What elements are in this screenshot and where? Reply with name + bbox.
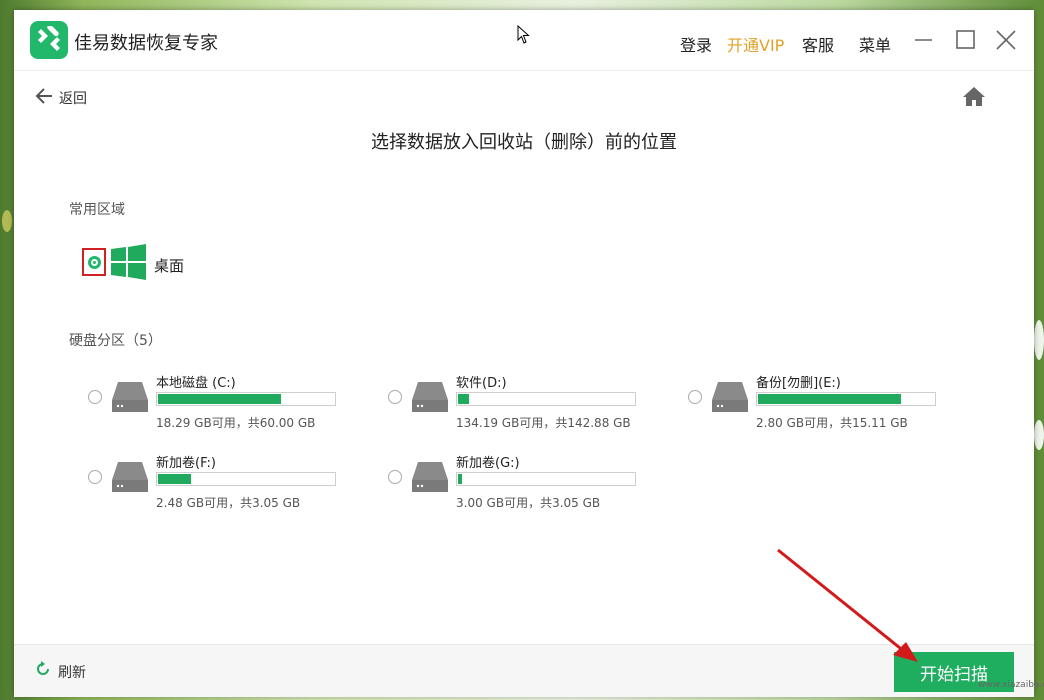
background-flower [1034, 320, 1044, 360]
vip-link[interactable]: 开通VIP [727, 32, 784, 56]
maximize-button[interactable] [952, 26, 980, 54]
mouse-cursor-icon [517, 25, 530, 44]
drive-usage-bar [156, 472, 336, 486]
drive-usage-fill [158, 394, 281, 404]
drive-usage-fill [458, 474, 462, 484]
close-button[interactable] [992, 26, 1020, 54]
watermark: www.xiazaiba.com [978, 680, 1044, 690]
drive-d[interactable]: 软件(D:) 134.19 GB可用，共142.88 GB [388, 372, 688, 436]
hard-drive-icon [410, 380, 450, 418]
desktop-radio-highlight[interactable] [82, 248, 106, 276]
windows-logo-icon [111, 244, 147, 284]
back-arrow-icon [35, 88, 52, 104]
background-flower [1034, 420, 1044, 450]
drive-e[interactable]: 备份[勿删](E:) 2.80 GB可用，共15.11 GB [688, 372, 988, 436]
hard-drive-icon [710, 380, 750, 418]
drive-radio[interactable] [688, 390, 702, 404]
refresh-button[interactable]: 刷新 [34, 660, 86, 681]
drive-capacity: 134.19 GB可用，共142.88 GB [456, 416, 631, 430]
common-area-label: 常用区域 [69, 202, 125, 218]
home-button[interactable] [962, 85, 986, 111]
drive-name: 软件(D:) [456, 376, 507, 391]
drive-name: 新加卷(G:) [456, 456, 520, 471]
drive-usage-bar [456, 472, 636, 486]
hard-drive-icon [410, 460, 450, 498]
drive-g[interactable]: 新加卷(G:) 3.00 GB可用，共3.05 GB [388, 452, 688, 516]
minimize-button[interactable] [910, 26, 938, 54]
drive-capacity: 3.00 GB可用，共3.05 GB [456, 496, 601, 510]
page-title: 选择数据放入回收站（删除）前的位置 [371, 132, 677, 153]
app-window: 佳易数据恢复专家 登录 开通VIP 客服 菜单 返回 选择数据放入回收站（删除）… [14, 10, 1034, 697]
drive-usage-bar [156, 392, 336, 406]
drive-radio[interactable] [388, 390, 402, 404]
drive-radio[interactable] [88, 390, 102, 404]
refresh-icon [37, 661, 49, 675]
drive-name: 本地磁盘 (C:) [156, 376, 236, 391]
hard-drive-icon [110, 380, 150, 418]
drive-name: 新加卷(F:) [156, 456, 216, 471]
partitions-label: 硬盘分区（5） [69, 333, 162, 349]
support-link[interactable]: 客服 [802, 32, 834, 56]
drive-usage-fill [758, 394, 901, 404]
home-icon [963, 87, 985, 106]
desktop-radio[interactable] [88, 256, 101, 269]
menu-link[interactable]: 菜单 [859, 32, 891, 56]
refresh-label: 刷新 [58, 665, 86, 681]
drive-name: 备份[勿删](E:) [756, 376, 841, 391]
login-link[interactable]: 登录 [680, 32, 712, 56]
drive-c[interactable]: 本地磁盘 (C:) 18.29 GB可用，共60.00 GB [88, 372, 388, 436]
drive-usage-fill [458, 394, 469, 404]
desktop-label[interactable]: 桌面 [154, 255, 184, 276]
drive-capacity: 18.29 GB可用，共60.00 GB [156, 416, 316, 430]
back-button[interactable]: 返回 [34, 86, 87, 107]
back-label: 返回 [59, 91, 87, 107]
drive-radio[interactable] [388, 470, 402, 484]
drive-usage-fill [158, 474, 191, 484]
drive-capacity: 2.80 GB可用，共15.11 GB [756, 416, 908, 430]
background-flower [2, 210, 12, 232]
drive-usage-bar [756, 392, 936, 406]
footer-bar: 刷新 开始扫描 [14, 644, 1034, 697]
app-logo-icon [30, 21, 68, 59]
hard-drive-icon [110, 460, 150, 498]
app-title: 佳易数据恢复专家 [74, 33, 218, 54]
drive-usage-bar [456, 392, 636, 406]
drive-radio[interactable] [88, 470, 102, 484]
drive-capacity: 2.48 GB可用，共3.05 GB [156, 496, 301, 510]
drive-f[interactable]: 新加卷(F:) 2.48 GB可用，共3.05 GB [88, 452, 388, 516]
